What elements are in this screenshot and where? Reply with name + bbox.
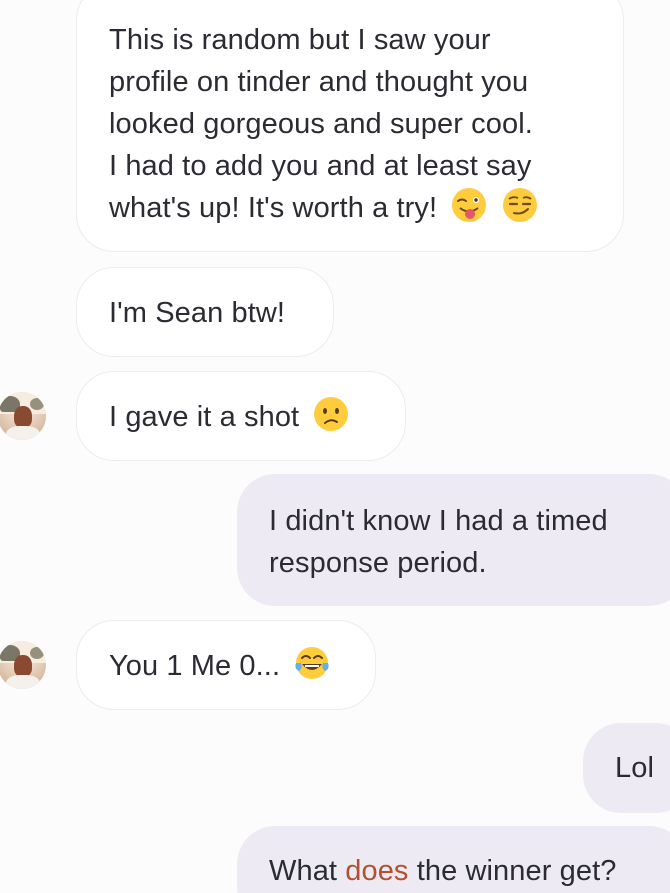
message-line: I didn't know I had a timed <box>269 505 608 537</box>
message-line: profile on tinder and thought you <box>109 66 529 98</box>
outgoing-message-bubble[interactable]: Lol <box>583 723 670 813</box>
sender-avatar[interactable] <box>0 641 46 689</box>
outgoing-message-bubble[interactable]: What does the winner get? <box>237 826 670 893</box>
message-line: This is random but I saw your <box>109 24 491 56</box>
message-line: What does the winner get? <box>269 855 617 887</box>
sender-avatar[interactable] <box>0 392 46 440</box>
message-line-with-emoji: what's up! It's worth a try! <box>109 187 591 229</box>
incoming-message-bubble[interactable]: I'm Sean btw! <box>76 267 334 357</box>
incoming-message-bubble[interactable]: You 1 Me 0... <box>76 620 376 710</box>
message-line: Lol <box>615 752 654 784</box>
message-line: I gave it a shot <box>109 401 300 433</box>
message-line: what's up! It's worth a try! <box>109 192 438 224</box>
message-line-with-emoji: You 1 Me 0... <box>109 645 343 687</box>
message-thread: This is random but I saw your profile on… <box>0 0 670 893</box>
message-line: looked gorgeous and super cool. <box>109 108 533 140</box>
winking-tongue-emoji-icon <box>452 188 487 222</box>
laughing-tears-emoji-icon <box>295 647 329 679</box>
incoming-message-bubble[interactable]: This is random but I saw your profile on… <box>76 0 624 252</box>
message-line: You 1 Me 0... <box>109 650 281 682</box>
message-line: I had to add you and at least say <box>109 150 532 182</box>
message-line: response period. <box>269 547 487 579</box>
highlighted-word: does <box>345 855 409 887</box>
outgoing-message-bubble[interactable]: I didn't know I had a timed response per… <box>237 474 670 606</box>
incoming-message-bubble[interactable]: I gave it a shot <box>76 371 406 461</box>
message-line: I'm Sean btw! <box>109 297 286 329</box>
confused-emoji-icon <box>314 397 349 431</box>
message-line-with-emoji: I gave it a shot <box>109 396 373 438</box>
smirking-emoji-icon <box>502 188 537 222</box>
